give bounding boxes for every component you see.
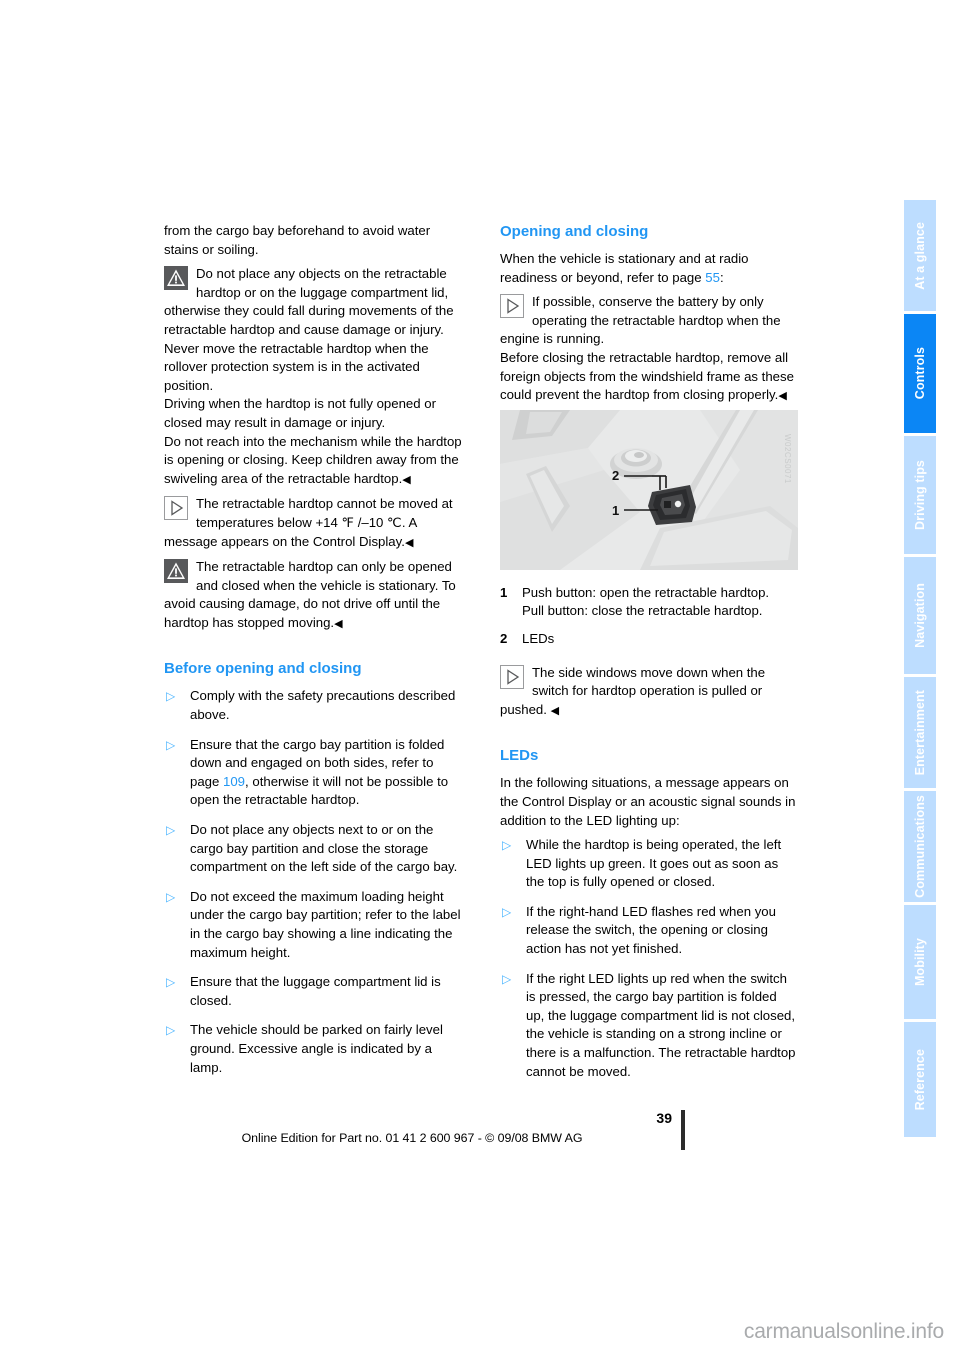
bullet-triangle-icon: ▷ bbox=[166, 689, 176, 704]
sidebar-tab-at-a-glance[interactable]: At a glance bbox=[904, 200, 936, 311]
warning-block-1: Do not place any objects on the retracta… bbox=[164, 265, 462, 339]
figure-callout-2: 2 bbox=[612, 467, 620, 483]
list-item-number: 1 bbox=[500, 584, 508, 600]
left-column: from the cargo bay beforehand to avoid w… bbox=[164, 222, 462, 1088]
warning-triangle-icon bbox=[164, 266, 188, 291]
site-watermark: carmanualsonline.info bbox=[743, 1320, 944, 1343]
list-item-text: Do not exceed the maximum loading height… bbox=[190, 888, 461, 960]
end-marker: ◀ bbox=[550, 704, 560, 717]
warning-triangle-icon bbox=[164, 559, 188, 584]
section-heading-leds: LEDs bbox=[500, 747, 539, 765]
list-item: ▷ If the right LED lights up red when th… bbox=[500, 970, 798, 1082]
page-number: 39 bbox=[656, 1110, 672, 1126]
list-item-text: Push button: open the retractable hardto… bbox=[522, 584, 770, 619]
sidebar-tab-label: Driving tips bbox=[913, 459, 927, 530]
bullet-triangle-icon: ▷ bbox=[166, 737, 176, 752]
bullet-triangle-icon: ▷ bbox=[502, 838, 512, 853]
figure-callout-1: 1 bbox=[612, 502, 620, 518]
list-item-text: Comply with the safety precautions descr… bbox=[190, 688, 456, 723]
sidebar-tab-label: Entertainment bbox=[913, 689, 927, 775]
sidebar-tab-reference[interactable]: Reference bbox=[904, 1022, 936, 1138]
bullet-triangle-icon: ▷ bbox=[502, 971, 512, 986]
sidebar-tab-entertainment[interactable]: Entertainment bbox=[904, 676, 936, 788]
sidebar-tab-label: Mobility bbox=[913, 937, 927, 986]
list-item-text: While the hardtop is being operated, the… bbox=[526, 837, 782, 890]
section-heading-opening-and-closing: Opening and closing bbox=[500, 223, 649, 240]
page-reference-link[interactable]: 109 bbox=[223, 774, 245, 789]
warning-text: Do not place any objects on the retracta… bbox=[164, 266, 454, 337]
leds-bullet-list: ▷ While the hardtop is being operated, t… bbox=[500, 836, 798, 1081]
note-block-battery: If possible, conserve the battery by onl… bbox=[500, 293, 798, 349]
note-text: The side windows move down when the swit… bbox=[500, 664, 766, 717]
opening-intro-paragraph: When the vehicle is stationary and at ra… bbox=[500, 251, 749, 285]
sidebar-tab-communications[interactable]: Communications bbox=[904, 790, 936, 902]
list-item-number: 2 bbox=[500, 630, 508, 646]
intro-paragraph: from the cargo bay beforehand to avoid w… bbox=[164, 223, 431, 257]
warning-cont-1: Never move the retractable hardtop when … bbox=[164, 340, 429, 393]
list-item-text: The vehicle should be parked on fairly l… bbox=[190, 1022, 443, 1075]
end-marker: ◀ bbox=[402, 473, 411, 486]
sidebar-tab-label: Navigation bbox=[913, 583, 927, 649]
list-item: 1 Push button: open the retractable hard… bbox=[500, 584, 798, 621]
list-item: ▷ Do not exceed the maximum loading heig… bbox=[164, 888, 462, 962]
bullet-triangle-icon: ▷ bbox=[166, 823, 176, 838]
bullet-triangle-icon: ▷ bbox=[166, 889, 176, 904]
bullet-triangle-icon: ▷ bbox=[166, 975, 176, 990]
center-console-hardtop-switch-illustration: 2 1 W02CS0071 bbox=[500, 409, 798, 570]
note-triangle-icon bbox=[164, 496, 188, 521]
list-item: ▷ If the right-hand LED flashes red when… bbox=[500, 903, 798, 959]
figure-watermark: W02CS0071 bbox=[783, 433, 792, 484]
end-marker: ◀ bbox=[334, 617, 343, 630]
end-marker: ◀ bbox=[404, 536, 414, 549]
note-block-side-windows: The side windows move down when the swit… bbox=[500, 664, 798, 721]
before-opening-bullet-list: ▷ Comply with the safety precautions des… bbox=[164, 687, 462, 1077]
note-text: If possible, conserve the battery by onl… bbox=[500, 294, 781, 347]
sidebar-tab-driving-tips[interactable]: Driving tips bbox=[904, 435, 936, 555]
leds-intro-paragraph: In the following situations, a message a… bbox=[500, 775, 796, 828]
manual-page: At a glance Controls Driving tips Naviga… bbox=[0, 0, 960, 1280]
list-item: 2 LEDs bbox=[500, 630, 798, 649]
right-column: Opening and closing When the vehicle is … bbox=[500, 222, 798, 1092]
warning-cont-3: Do not reach into the mechanism while th… bbox=[164, 433, 462, 486]
list-item-text: If the right-hand LED flashes red when y… bbox=[526, 903, 776, 957]
note-continued: Before closing the retractable hardtop, … bbox=[500, 349, 794, 403]
note-triangle-icon bbox=[500, 294, 524, 319]
sidebar-tab-label: At a glance bbox=[913, 221, 927, 290]
list-item: ▷ While the hardtop is being operated, t… bbox=[500, 836, 798, 892]
list-item-text: If the right LED lights up red when the … bbox=[526, 970, 796, 1079]
warning-cont-2: Driving when the hardtop is not fully op… bbox=[164, 396, 436, 430]
section-heading-before-opening: Before opening and closing bbox=[164, 660, 362, 678]
list-item: ▷ Comply with the safety precautions des… bbox=[164, 687, 462, 724]
bullet-triangle-icon: ▷ bbox=[502, 904, 512, 919]
footer-rule bbox=[681, 1110, 685, 1150]
list-item: ▷ Ensure that the cargo bay partition is… bbox=[164, 736, 462, 810]
page-reference-link[interactable]: 55 bbox=[705, 270, 720, 285]
list-item: ▷ The vehicle should be parked on fairly… bbox=[164, 1021, 462, 1077]
switch-function-list: 1 Push button: open the retractable hard… bbox=[500, 584, 798, 649]
list-item: ▷ Do not place any objects next to or on… bbox=[164, 821, 462, 877]
chapter-tab-sidebar: At a glance Controls Driving tips Naviga… bbox=[904, 200, 936, 1140]
list-item: ▷ Ensure that the luggage compartment li… bbox=[164, 973, 462, 1010]
sidebar-tab-label: Reference bbox=[913, 1048, 927, 1111]
list-item-text: Do not place any objects next to or on t… bbox=[190, 822, 458, 875]
warning-text: The retractable hardtop can only be open… bbox=[164, 559, 456, 630]
warning-block-2: The retractable hardtop can only be open… bbox=[164, 558, 462, 633]
note-triangle-icon bbox=[500, 664, 524, 689]
figure-artwork bbox=[500, 409, 798, 570]
sidebar-tab-label: Communications bbox=[913, 794, 927, 898]
list-item-text: Ensure that the luggage compartment lid … bbox=[190, 974, 441, 1008]
list-item-text: LEDs bbox=[522, 630, 555, 646]
sidebar-tab-label: Controls bbox=[913, 347, 927, 400]
sidebar-tab-controls[interactable]: Controls bbox=[904, 313, 936, 433]
note-block-1: The retractable hardtop cannot be moved … bbox=[164, 495, 462, 552]
edition-line: Online Edition for Part no. 01 41 2 600 … bbox=[241, 1131, 583, 1145]
sidebar-tab-navigation[interactable]: Navigation bbox=[904, 557, 936, 674]
end-marker: ◀ bbox=[778, 390, 787, 403]
bullet-triangle-icon: ▷ bbox=[166, 1023, 176, 1038]
sidebar-tab-mobility[interactable]: Mobility bbox=[904, 904, 936, 1020]
